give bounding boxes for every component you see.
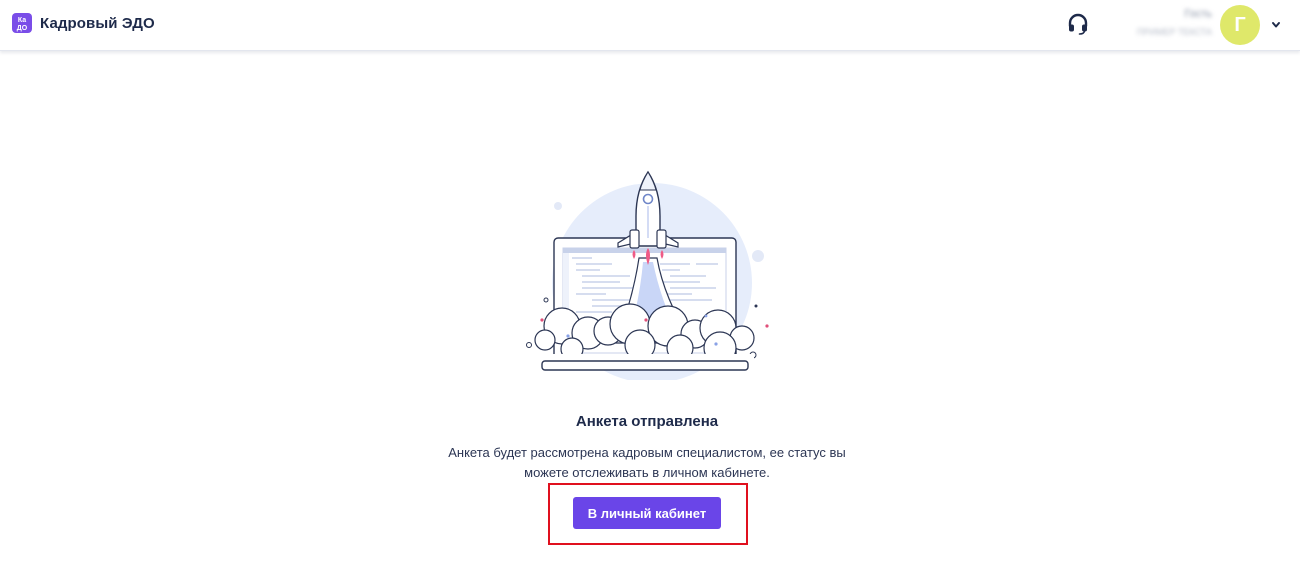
app-header: Ка ДО Кадровый ЭДО Гость ПРИМЕР ТЕКСТА Г — [0, 0, 1300, 51]
svg-text:Ка: Ка — [18, 17, 26, 24]
app-title: Кадровый ЭДО — [40, 15, 155, 32]
svg-text:ДО: ДО — [17, 25, 28, 32]
user-subtitle: ПРИМЕР ТЕКСТА — [1137, 27, 1212, 37]
headset-icon[interactable] — [1067, 13, 1089, 35]
page-description: Анкета будет рассмотрена кадровым специа… — [448, 445, 846, 480]
rocket-launch-illustration — [526, 170, 769, 380]
chevron-down-icon[interactable] — [1270, 20, 1282, 30]
user-name: Гость — [1184, 8, 1212, 20]
page-title: Анкета отправлена — [575, 413, 719, 430]
personal-account-button[interactable]: В личный кабинет — [573, 497, 721, 529]
logo-icon: Ка ДО — [12, 13, 32, 33]
avatar[interactable]: Г — [1220, 5, 1260, 45]
